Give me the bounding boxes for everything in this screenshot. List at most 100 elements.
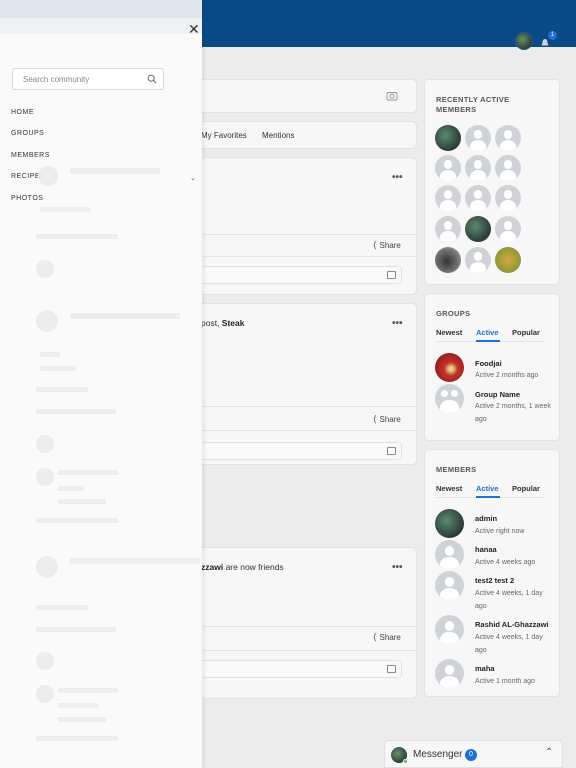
image-icon[interactable]	[387, 271, 396, 279]
member-avatar[interactable]	[435, 571, 464, 600]
comment-input[interactable]	[190, 442, 402, 460]
member-avatar[interactable]	[495, 125, 521, 151]
member-name[interactable]: admin	[475, 514, 497, 523]
ghost-line	[70, 313, 180, 319]
ghost-avatar	[38, 166, 58, 186]
member-avatar[interactable]	[465, 247, 491, 273]
member-meta: Active 4 weeks, 1 day ago	[475, 634, 543, 654]
ghost-line	[40, 352, 60, 357]
member-avatar[interactable]	[465, 125, 491, 151]
member-avatar[interactable]	[465, 155, 491, 181]
divider	[190, 406, 416, 407]
member-avatar[interactable]	[495, 216, 521, 242]
ghost-avatar	[36, 652, 54, 670]
comment-input[interactable]	[190, 660, 402, 678]
member-name[interactable]: test2 test 2	[475, 576, 514, 585]
widget-title: RECENTLY ACTIVE MEMBERS	[436, 95, 510, 114]
tab-newest[interactable]: Newest	[436, 484, 462, 493]
member-avatar[interactable]	[435, 185, 461, 211]
close-icon[interactable]: ✕	[188, 22, 200, 36]
image-icon[interactable]	[387, 447, 396, 455]
share-label: Share	[379, 415, 401, 424]
share-button[interactable]: ⟨ Share	[373, 240, 401, 251]
nav-item-home[interactable]: HOME	[11, 109, 34, 116]
chevron-down-icon[interactable]: ⌄	[190, 174, 196, 182]
member-meta: Active 4 weeks ago	[475, 559, 536, 566]
user-avatar[interactable]	[515, 32, 533, 50]
nav-item-members[interactable]: MEMBERS	[11, 152, 50, 159]
messenger-bar[interactable]: Messenger 0 ⌃	[384, 740, 563, 768]
share-label: Share	[379, 633, 401, 642]
comment-input[interactable]	[190, 266, 402, 284]
ghost-line	[58, 717, 106, 722]
tab-my-favorites[interactable]: My Favorites	[201, 131, 247, 140]
share-button[interactable]: ⟨ Share	[373, 414, 401, 425]
member-avatar[interactable]	[435, 509, 464, 538]
member-avatar[interactable]	[465, 185, 491, 211]
tab-active[interactable]: Active	[476, 328, 499, 337]
ghost-line	[36, 518, 118, 523]
member-meta: Active 1 month ago	[475, 678, 535, 685]
member-name[interactable]: Rashid AL-Ghazzawi	[475, 620, 548, 629]
ghost-line	[58, 688, 118, 693]
chevron-up-icon[interactable]: ⌃	[545, 747, 553, 758]
member-avatar[interactable]	[435, 615, 464, 644]
nav-item-photos[interactable]: PHOTOS	[11, 195, 43, 202]
group-avatar[interactable]	[435, 353, 464, 382]
member-avatar[interactable]	[465, 216, 491, 242]
share-label: Share	[379, 241, 401, 250]
member-name[interactable]: hanaa	[475, 545, 497, 554]
group-meta: Active 2 months ago	[475, 372, 539, 379]
recently-active-widget: RECENTLY ACTIVE MEMBERS	[425, 80, 559, 284]
widget-title: GROUPS	[436, 309, 471, 318]
member-avatar[interactable]	[495, 247, 521, 273]
member-avatar[interactable]	[435, 659, 464, 688]
online-status-dot	[403, 759, 408, 764]
ghost-line	[58, 703, 98, 708]
share-button[interactable]: ⟨ Share	[373, 632, 401, 643]
ghost-avatar	[36, 435, 54, 453]
member-avatar[interactable]	[435, 216, 461, 242]
tab-newest[interactable]: Newest	[436, 328, 462, 337]
activity-post: ••• ⟨ Share	[190, 158, 416, 294]
activity-post: zzawi are now friends ••• ⟨ Share	[190, 548, 416, 698]
post-headline: post, Steak	[201, 318, 245, 328]
ghost-line	[36, 605, 88, 610]
group-name[interactable]: Group Name	[475, 390, 520, 399]
member-name[interactable]: maha	[475, 664, 495, 673]
ghost-line	[70, 558, 200, 564]
group-name[interactable]: Foodjai	[475, 359, 502, 368]
member-avatar[interactable]	[435, 155, 461, 181]
divider	[190, 256, 416, 257]
group-avatar[interactable]	[435, 384, 464, 413]
notification-badge: 1	[548, 31, 557, 40]
ghost-line	[36, 234, 118, 239]
image-icon[interactable]	[387, 665, 396, 673]
search-box	[12, 68, 164, 90]
ghost-line	[36, 409, 116, 414]
messenger-count-badge: 0	[465, 749, 477, 761]
nav-item-groups[interactable]: GROUPS	[11, 130, 44, 137]
more-options-icon[interactable]: •••	[392, 562, 403, 573]
member-avatar[interactable]	[495, 155, 521, 181]
tab-mentions[interactable]: Mentions	[262, 131, 294, 140]
tab-popular[interactable]: Popular	[512, 484, 540, 493]
member-avatar[interactable]	[435, 247, 461, 273]
divider	[190, 234, 416, 235]
camera-icon[interactable]	[386, 90, 398, 101]
ghost-line	[40, 207, 90, 212]
member-avatar[interactable]	[435, 125, 461, 151]
search-icon[interactable]	[147, 74, 157, 84]
tab-active[interactable]: Active	[476, 484, 499, 493]
member-avatar[interactable]	[495, 185, 521, 211]
more-options-icon[interactable]: •••	[392, 172, 403, 183]
member-avatar[interactable]	[435, 540, 464, 569]
more-options-icon[interactable]: •••	[392, 318, 403, 329]
search-input[interactable]	[23, 72, 143, 86]
tab-popular[interactable]: Popular	[512, 328, 540, 337]
bell-icon[interactable]	[540, 38, 550, 48]
post-composer[interactable]	[190, 80, 416, 112]
ghost-line	[58, 486, 84, 491]
ghost-avatar	[36, 468, 54, 486]
ghost-avatar	[36, 685, 54, 703]
